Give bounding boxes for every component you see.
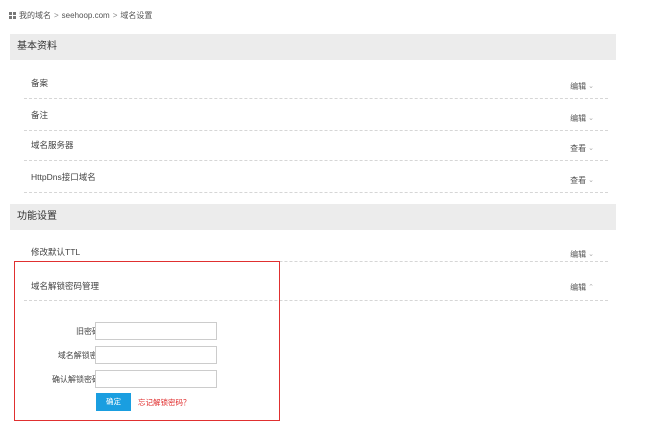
collapse-unlock-button[interactable]: 编辑 ⌃ xyxy=(570,282,594,293)
form-row-unlock-password: 域名解锁密码: xyxy=(22,346,272,364)
chevron-double-down-icon: ⌄ xyxy=(588,115,594,122)
action-label: 查看 xyxy=(570,144,587,153)
row-label: HttpDns接口域名 xyxy=(31,172,96,182)
view-httpdns-button[interactable]: 查看 ⌄ xyxy=(570,175,594,186)
section-feature-settings: 功能设置 xyxy=(10,204,616,230)
row-default-ttl: 修改默认TTL 编辑 ⌄ xyxy=(24,234,608,262)
form-row-old-password: 旧密码： xyxy=(22,322,272,340)
chevron-double-down-icon: ⌄ xyxy=(588,251,594,258)
forgot-password-link[interactable]: 忘记解锁密码？ xyxy=(138,397,191,408)
edit-beian-button[interactable]: 编辑 ⌄ xyxy=(570,81,594,92)
chevron-double-down-icon: ⌄ xyxy=(588,177,594,184)
section-basic-info: 基本资料 xyxy=(10,34,616,60)
confirm-password-input[interactable] xyxy=(95,370,217,388)
row-httpdns: HttpDns接口域名 查看 ⌄ xyxy=(24,159,608,193)
row-label: 备案 xyxy=(31,78,49,88)
breadcrumb-separator: > xyxy=(112,10,118,20)
view-dns-server-button[interactable]: 查看 ⌄ xyxy=(570,143,594,154)
breadcrumb: 我的域名 > seehoop.com > 域名设置 xyxy=(9,8,152,22)
action-label: 编辑 xyxy=(570,82,587,91)
edit-note-button[interactable]: 编辑 ⌄ xyxy=(570,113,594,124)
row-label: 备注 xyxy=(31,110,49,120)
edit-ttl-button[interactable]: 编辑 ⌄ xyxy=(570,249,594,260)
chevron-double-up-icon: ⌃ xyxy=(588,284,594,291)
action-label: 编辑 xyxy=(570,283,587,292)
breadcrumb-separator: > xyxy=(54,10,59,20)
row-label: 修改默认TTL xyxy=(31,247,81,257)
confirm-button[interactable]: 确定 xyxy=(96,393,131,411)
action-label: 编辑 xyxy=(570,114,587,123)
breadcrumb-domain[interactable]: seehoop.com xyxy=(62,11,110,20)
form-row-confirm-password: 确认解锁密码： xyxy=(22,370,272,388)
chevron-double-down-icon: ⌄ xyxy=(588,83,594,90)
row-label: 域名服务器 xyxy=(31,140,74,150)
row-note: 备注 编辑 ⌄ xyxy=(24,97,608,131)
unlock-password-input[interactable] xyxy=(95,346,217,364)
chevron-double-down-icon: ⌄ xyxy=(588,145,594,152)
breadcrumb-current: 域名设置 xyxy=(120,10,153,20)
grid-icon xyxy=(9,11,16,19)
action-label: 编辑 xyxy=(570,250,587,259)
action-label: 查看 xyxy=(570,176,587,185)
row-beian: 备案 编辑 ⌄ xyxy=(24,65,608,99)
old-password-input[interactable] xyxy=(95,322,217,340)
row-dns-server: 域名服务器 查看 ⌄ xyxy=(24,127,608,161)
breadcrumb-my-domains[interactable]: 我的域名 xyxy=(19,10,51,21)
